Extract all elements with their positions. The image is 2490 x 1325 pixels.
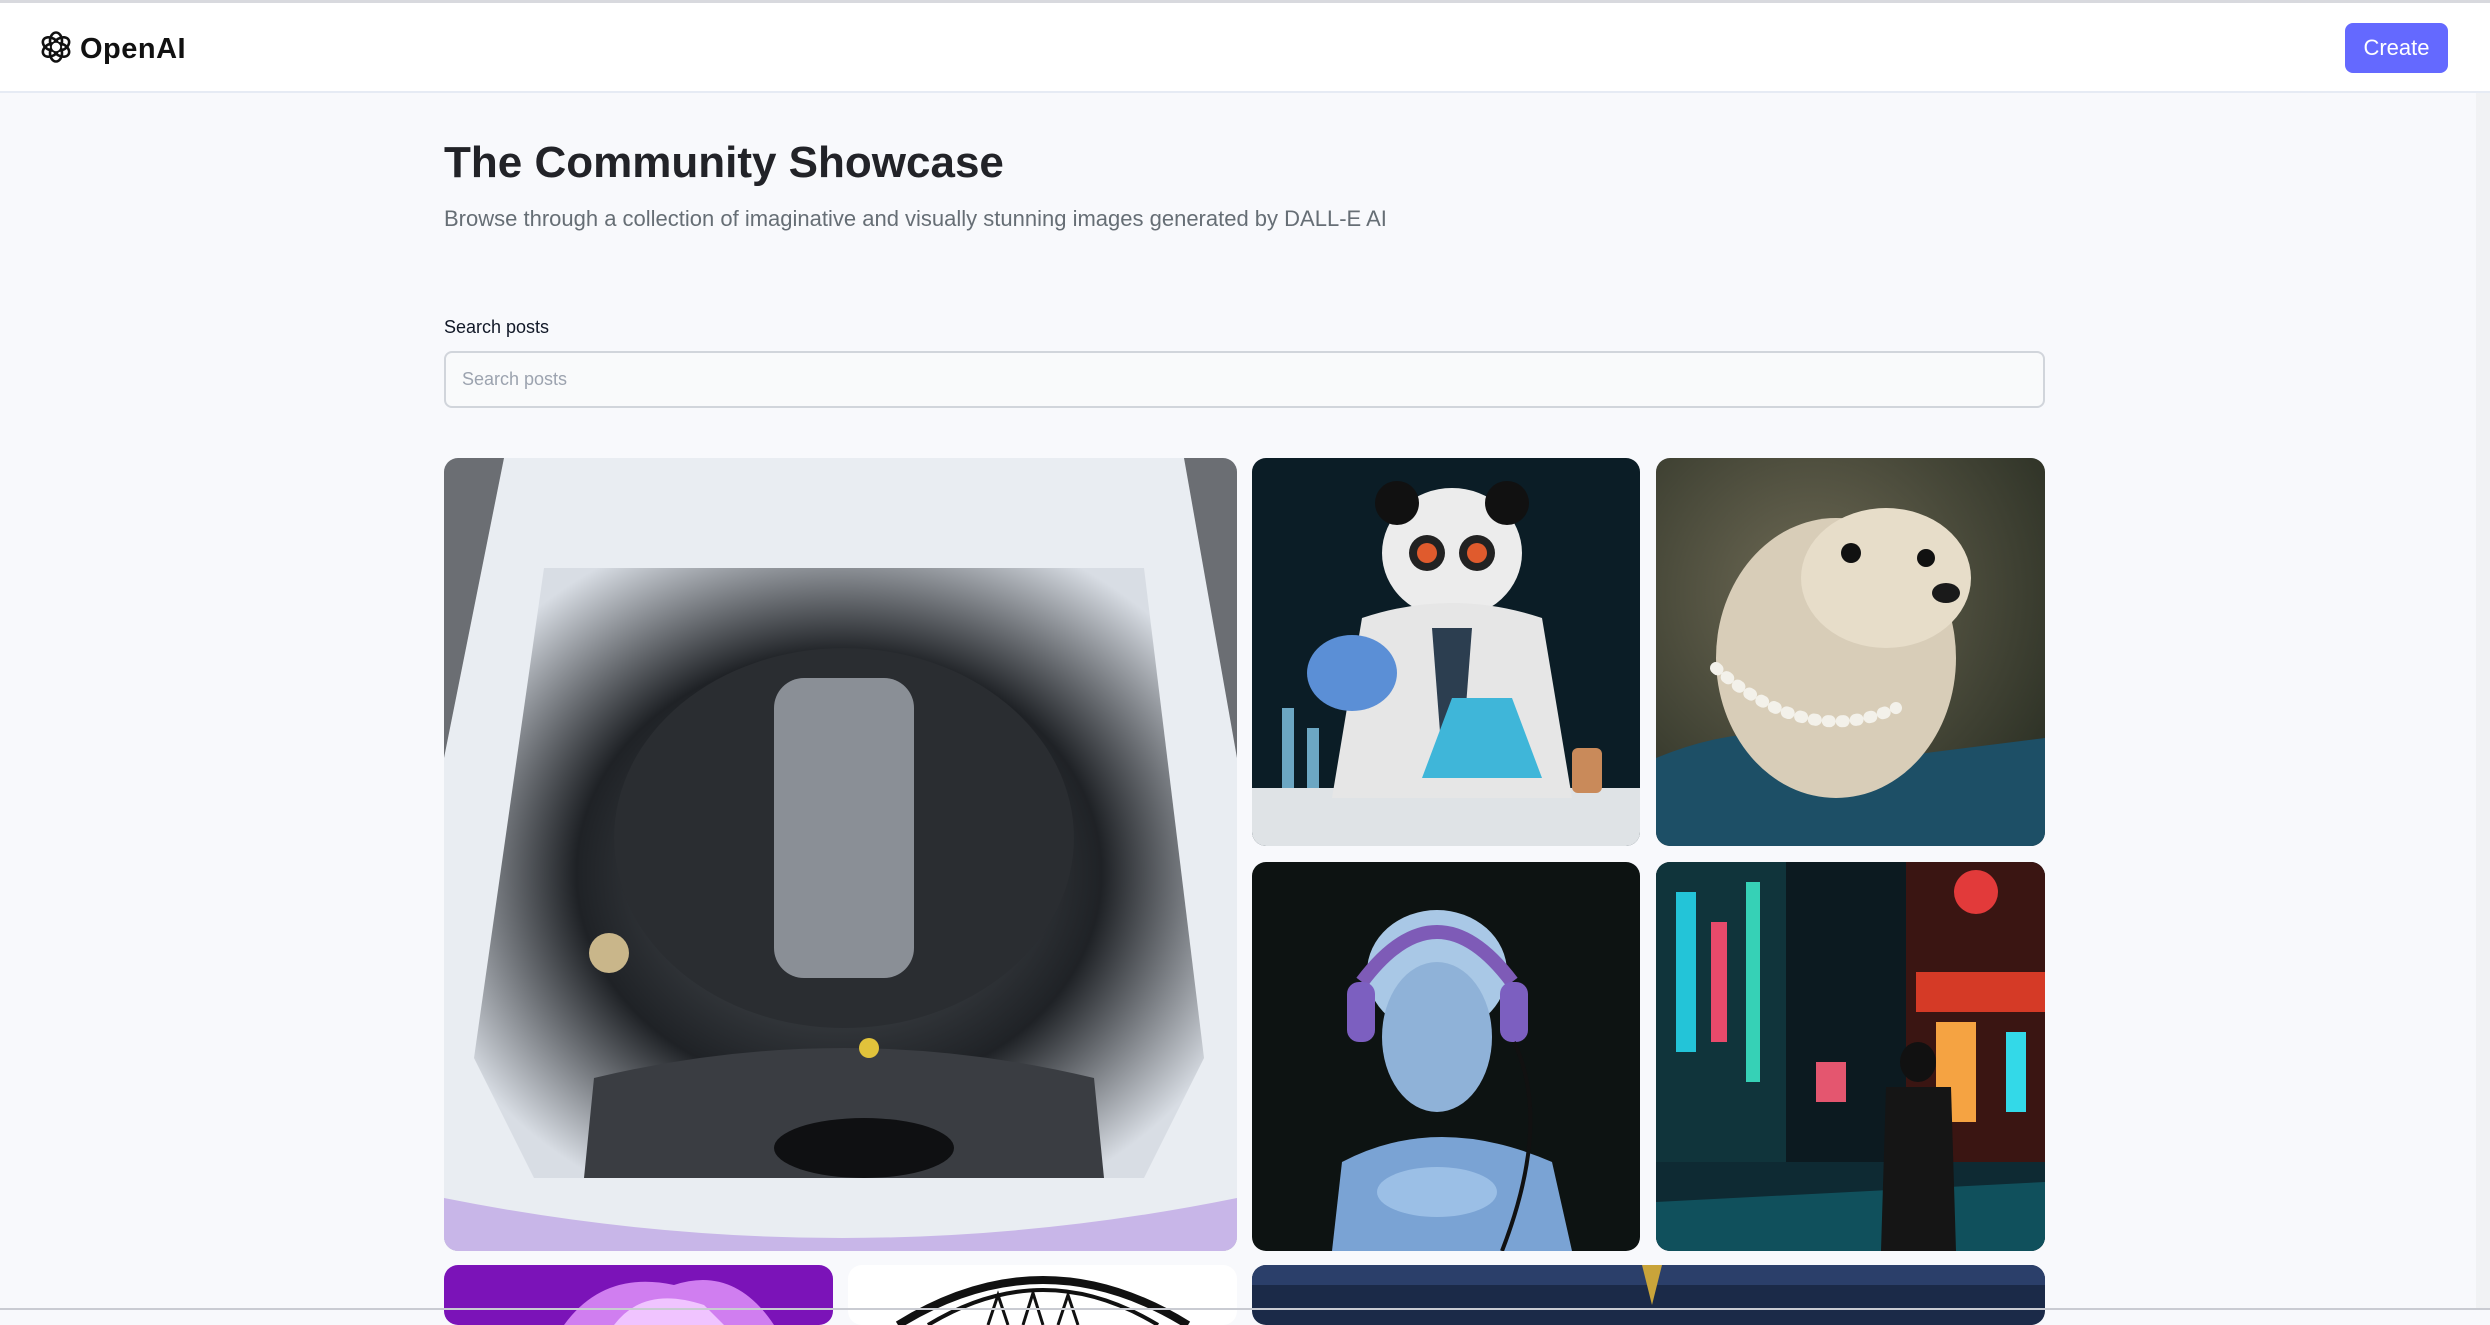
gallery-card-panda-scientist[interactable] [1252,458,1640,846]
gallery-card-dark-landscape[interactable] [1252,1265,2045,1325]
logo-text: OpenAI [80,32,187,65]
otter-pearls-image [1656,458,2045,846]
purple-fur-image [444,1265,833,1325]
search-label: Search posts [444,317,550,337]
sunburst-emblem-image [848,1265,1237,1325]
gallery-card-purple-fur[interactable] [444,1265,833,1325]
page-scrollbar-track[interactable] [2476,93,2490,1308]
gallery-card-neon-city-street[interactable] [1656,862,2045,1251]
panda-scientist-image [1252,458,1640,846]
engine-bay-image [444,458,1237,1251]
create-button[interactable]: Create [2345,23,2448,73]
page-title: The Community Showcase [444,138,1004,187]
gallery-card-statue-headphones[interactable] [1252,862,1640,1251]
gallery-card-sunburst-emblem[interactable] [848,1265,1237,1325]
statue-headphones-image [1252,862,1640,1251]
home-logo-link[interactable]: OpenAI [38,29,186,69]
gallery-card-engine-bay[interactable] [444,458,1237,1251]
neon-city-street-image [1656,862,2045,1251]
dark-landscape-image [1252,1265,2045,1325]
page-subtitle: Browse through a collection of imaginati… [444,206,1387,231]
gallery-card-otter-pearls[interactable] [1656,458,2045,846]
openai-logo-icon [38,29,74,70]
search-input[interactable] [444,351,2045,408]
site-header: OpenAI Create [0,3,2490,93]
